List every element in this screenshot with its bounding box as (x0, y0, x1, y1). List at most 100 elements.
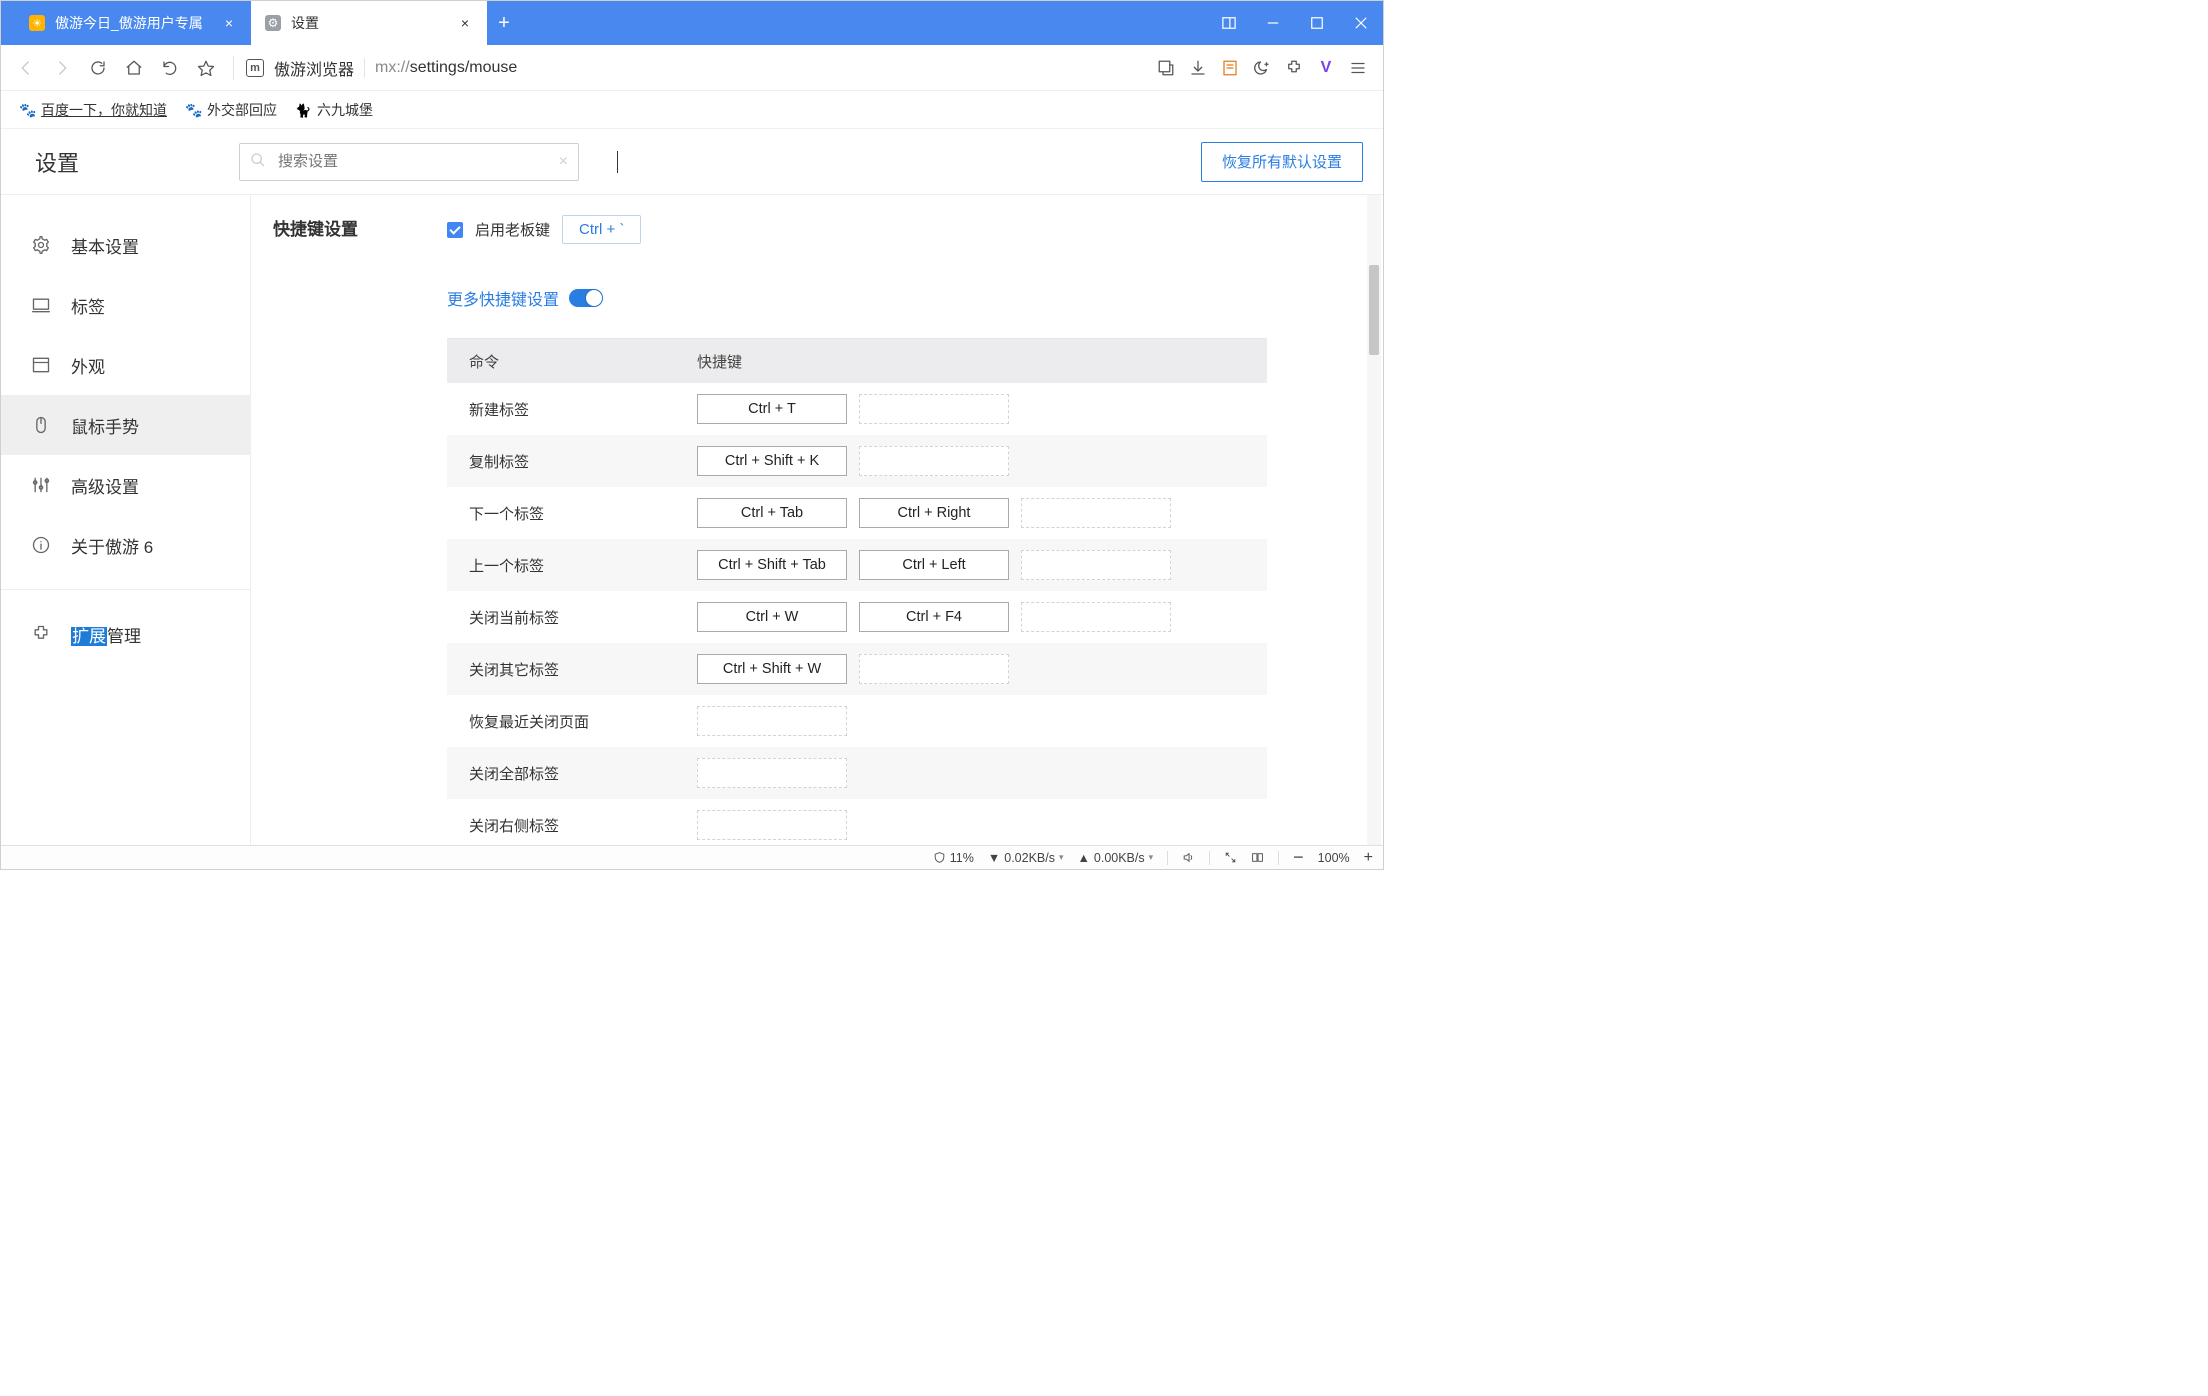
gear-icon (265, 15, 281, 31)
separator (1, 589, 250, 590)
close-tab-icon[interactable]: × (457, 15, 473, 31)
search-input[interactable] (276, 152, 549, 171)
command-cell: 关闭当前标签 (447, 607, 697, 628)
up-arrow-icon: ▲ (1078, 851, 1090, 865)
col-shortcut-header: 快捷键 (697, 351, 1267, 372)
restore-defaults-button[interactable]: 恢复所有默认设置 (1201, 142, 1363, 182)
more-shortcuts-toggle[interactable]: 更多快捷键设置 ⌃ (447, 286, 1267, 310)
shortcut-chip[interactable]: Ctrl + Right (859, 498, 1009, 528)
cpu-value: 11% (950, 851, 974, 865)
browser-name: 傲游浏览器 (274, 56, 354, 80)
undo-tab-button[interactable] (155, 53, 185, 83)
sidebar-item-extensions[interactable]: 扩展管理 (1, 604, 250, 664)
download-button[interactable] (1183, 53, 1213, 83)
screenshot-button[interactable] (1151, 53, 1181, 83)
shortcut-chip[interactable]: Ctrl + Shift + W (697, 654, 847, 684)
zoom-out-button[interactable]: − (1293, 847, 1304, 868)
upload-speed[interactable]: ▲ 0.00KB/s ▾ (1078, 851, 1154, 865)
sidebar-item-mouse[interactable]: 鼠标手势 (1, 395, 250, 455)
shortcut-chip[interactable]: Ctrl + Left (859, 550, 1009, 580)
split-view-button[interactable] (1251, 851, 1264, 864)
home-button[interactable] (119, 53, 149, 83)
cpu-indicator[interactable]: 11% (933, 851, 974, 865)
download-speed[interactable]: ▼ 0.02KB/s ▾ (988, 851, 1064, 865)
settings-search[interactable]: × (239, 143, 579, 181)
url-path: settings/mouse (410, 59, 518, 76)
shortcut-table: 命令 快捷键 新建标签Ctrl + T复制标签Ctrl + Shift + K下… (447, 338, 1267, 845)
bookmark-mofa[interactable]: 外交部回应 (185, 100, 277, 120)
extensions-button[interactable] (1279, 53, 1309, 83)
favorite-button[interactable] (191, 53, 221, 83)
down-speed-value: 0.02KB/s (1004, 851, 1055, 865)
section-title: 快捷键设置 (273, 215, 383, 240)
shortcut-slot-empty[interactable] (697, 758, 847, 788)
fullscreen-button[interactable] (1224, 851, 1237, 864)
boss-key-chip[interactable]: Ctrl + ` (562, 215, 641, 244)
shortcut-chip[interactable]: Ctrl + Shift + Tab (697, 550, 847, 580)
minimize-button[interactable] (1251, 1, 1295, 45)
tab-maxthon-today[interactable]: 傲游今日_傲游用户专属 × (15, 1, 251, 45)
night-mode-button[interactable] (1247, 53, 1277, 83)
sidebar-item-label: 鼠标手势 (71, 413, 139, 438)
command-cell: 关闭右侧标签 (447, 815, 697, 836)
maximize-button[interactable] (1295, 1, 1339, 45)
dropdown-icon: ▾ (1149, 852, 1154, 863)
sidebar-item-label: 基本设置 (71, 233, 139, 258)
table-row: 新建标签Ctrl + T (447, 383, 1267, 435)
back-button[interactable] (11, 53, 41, 83)
address-bar[interactable]: 傲游浏览器 mx://settings/mouse (246, 52, 1145, 84)
close-window-button[interactable] (1339, 1, 1383, 45)
tab-strip: 傲游今日_傲游用户专属 × 设置 × + (1, 1, 521, 45)
menu-button[interactable] (1343, 53, 1373, 83)
checkbox-checked-icon[interactable] (447, 222, 463, 238)
panel-toggle-button[interactable] (1207, 1, 1251, 45)
shortcut-chip[interactable]: Ctrl + F4 (859, 602, 1009, 632)
shortcut-chip[interactable]: Ctrl + Tab (697, 498, 847, 528)
sidebar-item-general[interactable]: 基本设置 (1, 215, 250, 275)
table-row: 上一个标签Ctrl + Shift + TabCtrl + Left (447, 539, 1267, 591)
shortcut-slot-empty[interactable] (859, 654, 1009, 684)
shortcut-chip[interactable]: Ctrl + T (697, 394, 847, 424)
volume-button[interactable] (1182, 851, 1195, 864)
bookmark-label: 百度一下，你就知道 (41, 100, 167, 120)
new-tab-button[interactable]: + (487, 1, 521, 45)
clear-search-icon[interactable]: × (559, 153, 568, 171)
shortcut-slot-empty[interactable] (697, 810, 847, 840)
close-tab-icon[interactable]: × (221, 15, 237, 31)
shortcut-slot-empty[interactable] (697, 706, 847, 736)
sidebar-item-advanced[interactable]: 高级设置 (1, 455, 250, 515)
v-icon[interactable]: V (1311, 53, 1341, 83)
shortcut-slot-empty[interactable] (1021, 550, 1171, 580)
up-speed-value: 0.00KB/s (1094, 851, 1145, 865)
more-shortcuts-label: 更多快捷键设置 (447, 286, 559, 310)
bookmark-castle[interactable]: 六九城堡 (295, 100, 373, 120)
shortcut-slot-empty[interactable] (1021, 602, 1171, 632)
titlebar: 傲游今日_傲游用户专属 × 设置 × + (1, 1, 1383, 45)
table-row: 恢复最近关闭页面 (447, 695, 1267, 747)
bookmark-baidu[interactable]: 百度一下，你就知道 (19, 100, 167, 120)
table-row: 下一个标签Ctrl + TabCtrl + Right (447, 487, 1267, 539)
shortcut-chip[interactable]: Ctrl + Shift + K (697, 446, 847, 476)
command-cell: 关闭其它标签 (447, 659, 697, 680)
zoom-in-button[interactable]: + (1364, 849, 1373, 867)
shortcut-slot-empty[interactable] (1021, 498, 1171, 528)
sidebar-item-appearance[interactable]: 外观 (1, 335, 250, 395)
reload-button[interactable] (83, 53, 113, 83)
sidebar-item-tabs[interactable]: 标签 (1, 275, 250, 335)
tab-settings[interactable]: 设置 × (251, 1, 487, 45)
puzzle-icon (31, 624, 51, 644)
tab-title: 设置 (291, 13, 447, 33)
scrollbar[interactable] (1367, 195, 1381, 845)
shortcut-chip[interactable]: Ctrl + W (697, 602, 847, 632)
url: mx://settings/mouse (375, 59, 517, 77)
url-proto: mx:// (375, 59, 410, 76)
separator (1167, 851, 1168, 865)
shortcut-slot-empty[interactable] (859, 446, 1009, 476)
toggle-on-icon[interactable]: ⌃ (569, 289, 603, 307)
search-icon (250, 152, 266, 172)
shortcut-slot-empty[interactable] (859, 394, 1009, 424)
scrollbar-thumb[interactable] (1369, 265, 1379, 355)
forward-button[interactable] (47, 53, 77, 83)
notes-button[interactable] (1215, 53, 1245, 83)
sidebar-item-about[interactable]: 关于傲游 6 (1, 515, 250, 575)
